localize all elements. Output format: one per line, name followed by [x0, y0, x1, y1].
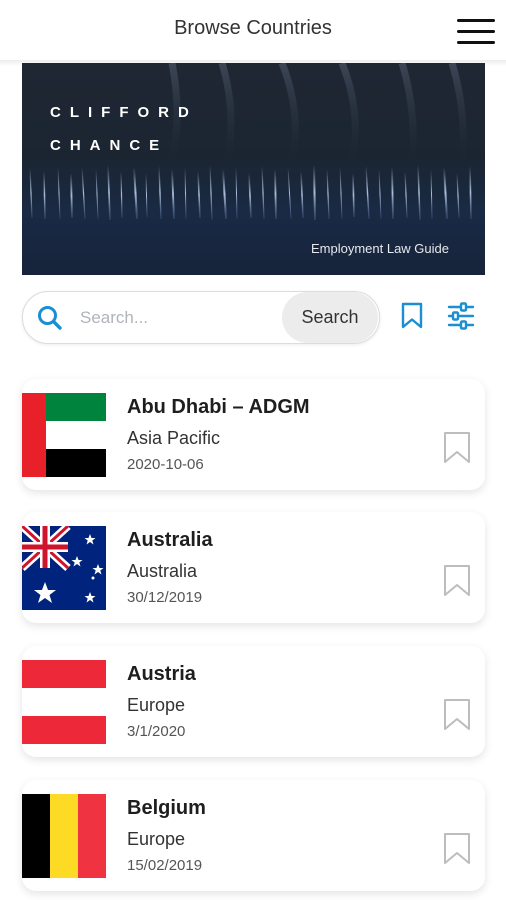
country-name: Abu Dhabi – ADGM	[127, 396, 310, 418]
brand-logo-line2: CHANCE	[50, 137, 169, 154]
country-region: Europe	[127, 829, 186, 849]
belgium-flag-icon	[22, 794, 106, 878]
country-name: Australia	[127, 529, 213, 551]
banner-caption: Employment Law Guide	[310, 241, 449, 256]
country-date: 15/02/2019	[127, 857, 203, 874]
bookmark-icon[interactable]	[400, 302, 424, 330]
austria-flag-icon	[22, 660, 106, 744]
search-button[interactable]: Search	[282, 292, 378, 343]
australia-flag-icon	[22, 526, 106, 610]
country-card-abu-dhabi[interactable]: Abu Dhabi – ADGM Asia Pacific 2020-10-06	[22, 379, 485, 490]
country-region: Asia Pacific	[127, 428, 221, 448]
country-region: Australia	[127, 561, 198, 581]
country-name: Austria	[127, 663, 196, 685]
bookmark-icon[interactable]	[442, 431, 472, 465]
country-name: Belgium	[127, 797, 206, 819]
page-title: Browse Countries	[174, 17, 332, 39]
uae-flag-icon	[22, 393, 106, 477]
search-input[interactable]	[78, 302, 282, 334]
country-date: 3/1/2020	[127, 723, 186, 740]
bookmark-icon[interactable]	[442, 564, 472, 598]
bookmark-icon[interactable]	[442, 832, 472, 866]
country-date: 30/12/2019	[127, 589, 203, 606]
hero-banner: CLIFFORD CHANCE Employment Law Guide	[22, 63, 485, 275]
country-region: Europe	[127, 695, 186, 715]
country-date: 2020-10-06	[127, 456, 204, 473]
app-header: Browse Countries	[0, 0, 506, 60]
country-card-austria[interactable]: Austria Europe 3/1/2020	[22, 646, 485, 757]
hamburger-menu-icon[interactable]	[457, 18, 495, 46]
bookmark-icon[interactable]	[442, 698, 472, 732]
search-icon[interactable]	[37, 305, 63, 331]
brand-logo-line1: CLIFFORD	[50, 104, 198, 121]
sliders-icon[interactable]	[447, 302, 475, 330]
search-bar: Search	[22, 291, 380, 344]
country-card-australia[interactable]: Australia Australia 30/12/2019	[22, 512, 485, 623]
country-card-belgium[interactable]: Belgium Europe 15/02/2019	[22, 780, 485, 891]
